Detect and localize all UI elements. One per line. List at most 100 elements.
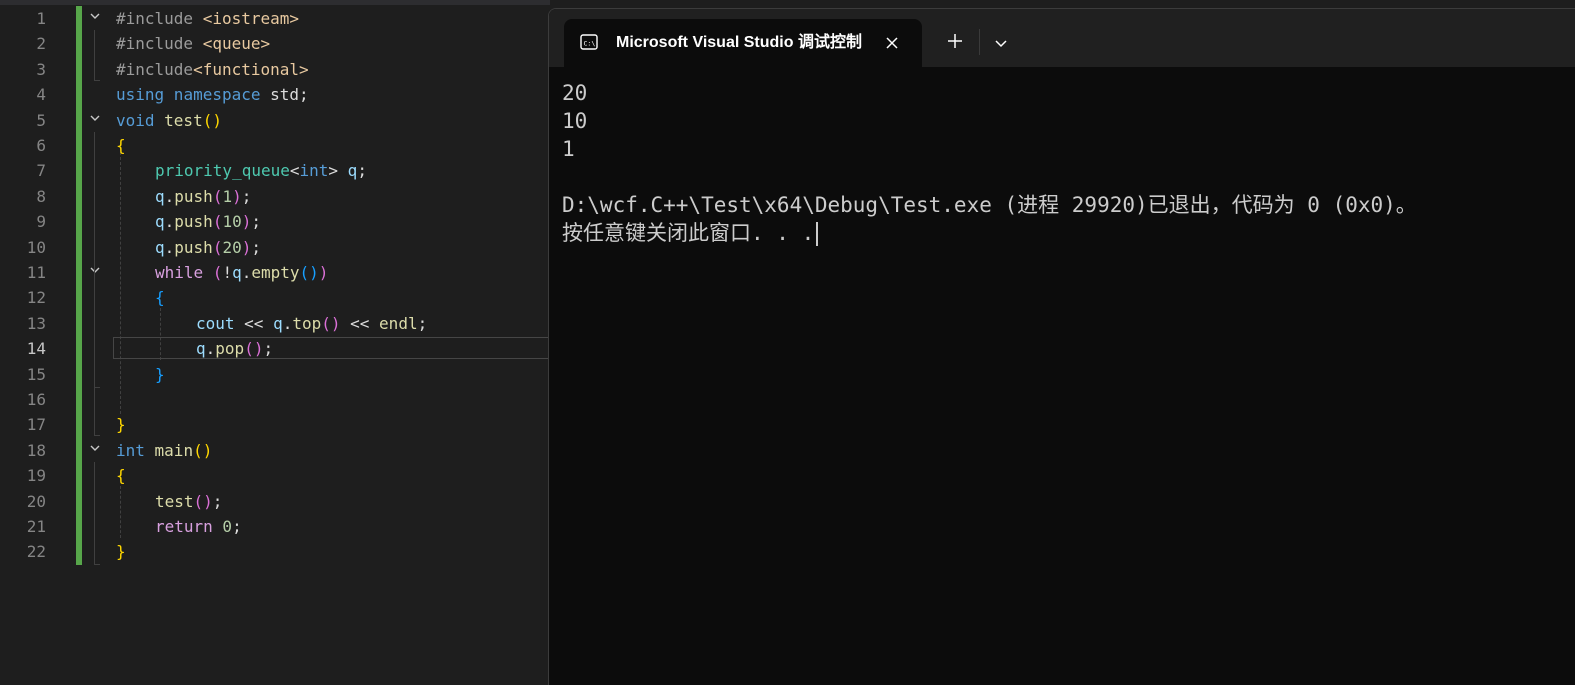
indent-guide <box>120 486 121 538</box>
fold-chevron-icon[interactable] <box>88 108 102 133</box>
svg-text:C:\: C:\ <box>584 40 596 48</box>
code-token: . <box>164 186 175 206</box>
code-token: () <box>244 339 264 359</box>
code-token: namespace <box>164 85 261 105</box>
code-token: . <box>164 237 175 257</box>
code-line-18[interactable]: int main() <box>116 438 212 463</box>
fold-guide-end <box>94 435 100 436</box>
terminal-tab[interactable]: C:\ Microsoft Visual Studio 调试控制台 <box>564 19 922 67</box>
code-token: int <box>299 161 329 181</box>
code-line-12[interactable]: { <box>155 285 165 310</box>
fold-guide-end <box>94 387 100 388</box>
code-line-20[interactable]: test(); <box>155 489 222 514</box>
code-line-10[interactable]: q.push(20); <box>155 235 261 260</box>
fold-chevron-icon[interactable] <box>88 260 102 285</box>
code-line-1[interactable]: #include <iostream> <box>116 6 299 31</box>
line-number: 13 <box>26 313 46 333</box>
code-token: . <box>282 313 293 333</box>
code-token: q <box>196 339 206 359</box>
code-token: empty <box>251 263 300 282</box>
code-token: ( <box>203 263 223 282</box>
code-token: int <box>116 440 145 460</box>
tab-title: Microsoft Visual Studio 调试控制台 <box>616 34 862 51</box>
line-number: 11 <box>26 263 46 282</box>
line-number: 22 <box>26 542 46 562</box>
code-line-7[interactable]: priority_queue<int> q; <box>155 158 367 183</box>
current-line-highlight <box>113 337 550 359</box>
code-line-22[interactable]: } <box>116 539 126 564</box>
fold-guide-end <box>94 564 100 565</box>
code-token: 10 <box>222 212 242 232</box>
line-number: 16 <box>26 390 46 409</box>
code-token: 1 <box>222 186 233 206</box>
code-editor[interactable]: 1 2 3 4 5 6 7 8 9 10 11 12 13 14 15 16 1… <box>0 0 550 685</box>
code-token: #include <box>116 59 194 79</box>
code-line-3[interactable]: #include<functional> <box>116 57 309 82</box>
code-token: ! <box>222 263 233 282</box>
fold-chevron-icon[interactable] <box>88 6 102 31</box>
close-icon[interactable] <box>882 33 902 53</box>
code-line-14[interactable]: q.pop(); <box>196 336 273 361</box>
fold-guide <box>94 132 95 435</box>
code-token: 0 <box>212 517 233 536</box>
code-line-19[interactable]: { <box>116 463 126 488</box>
code-token: q <box>232 263 242 282</box>
line-number: 1 <box>36 9 46 28</box>
line-number: 6 <box>36 136 46 155</box>
line-number: 9 <box>36 212 46 232</box>
terminal-window[interactable]: C:\ Microsoft Visual Studio 调试控制台 20 10 … <box>548 8 1575 685</box>
code-token: << <box>340 313 380 333</box>
code-line-5[interactable]: void test() <box>116 108 222 133</box>
line-number-current: 14 <box>26 339 46 359</box>
chevron-down-icon[interactable] <box>991 33 1011 53</box>
code-token: ) <box>241 237 252 257</box>
fold-guide <box>94 285 95 387</box>
code-line-21[interactable]: return 0; <box>155 514 242 539</box>
line-number: 10 <box>26 237 46 257</box>
code-token: ; <box>417 313 428 333</box>
code-token: ) <box>241 212 252 232</box>
fold-guide <box>94 462 95 564</box>
code-token: push <box>174 186 213 206</box>
line-number: 4 <box>36 85 46 105</box>
terminal-icon: C:\ <box>580 33 598 51</box>
tab-separator <box>979 29 980 55</box>
terminal-prompt-text: 按任意键关闭此窗口. . . <box>562 221 815 245</box>
fold-chevron-icon[interactable] <box>88 438 102 463</box>
code-token: () <box>321 313 341 333</box>
line-number: 17 <box>26 415 46 435</box>
code-line-11[interactable]: while (!q.empty()) <box>155 260 328 285</box>
fold-guide <box>94 30 95 80</box>
code-token: << <box>234 313 274 333</box>
code-line-4[interactable]: using namespace std; <box>116 82 309 107</box>
code-token: q <box>155 212 165 232</box>
code-token: () <box>193 491 213 511</box>
code-token: ; <box>263 339 274 359</box>
code-token: <iostream> <box>202 9 300 28</box>
code-token: ( <box>212 237 223 257</box>
code-line-17[interactable]: } <box>116 412 126 437</box>
code-line-6[interactable]: { <box>116 133 126 158</box>
code-token: return <box>155 517 213 536</box>
line-number: 8 <box>36 186 46 206</box>
code-token: test <box>154 110 203 130</box>
code-line-9[interactable]: q.push(10); <box>155 209 261 234</box>
code-line-2[interactable]: #include <queue> <box>116 31 270 56</box>
code-token: () <box>193 440 213 460</box>
line-number: 3 <box>36 59 46 79</box>
terminal-prompt-line: 按任意键关闭此窗口. . . <box>562 219 819 247</box>
code-line-13[interactable]: cout << q.top() << endl; <box>196 311 427 336</box>
terminal-tab-strip: C:\ Microsoft Visual Studio 调试控制台 <box>549 9 1575 67</box>
line-number: 20 <box>26 491 46 511</box>
code-token: cout <box>196 313 235 333</box>
code-token: main <box>144 440 194 460</box>
new-tab-plus-icon[interactable] <box>945 31 965 51</box>
line-number: 19 <box>26 466 46 486</box>
code-token: } <box>116 415 126 435</box>
code-token: push <box>174 212 213 232</box>
code-token: #include <box>116 34 203 54</box>
code-token: . <box>241 263 252 282</box>
code-line-15[interactable]: } <box>155 362 165 387</box>
code-line-8[interactable]: q.push(1); <box>155 184 251 209</box>
window-top-strip <box>550 0 1575 8</box>
